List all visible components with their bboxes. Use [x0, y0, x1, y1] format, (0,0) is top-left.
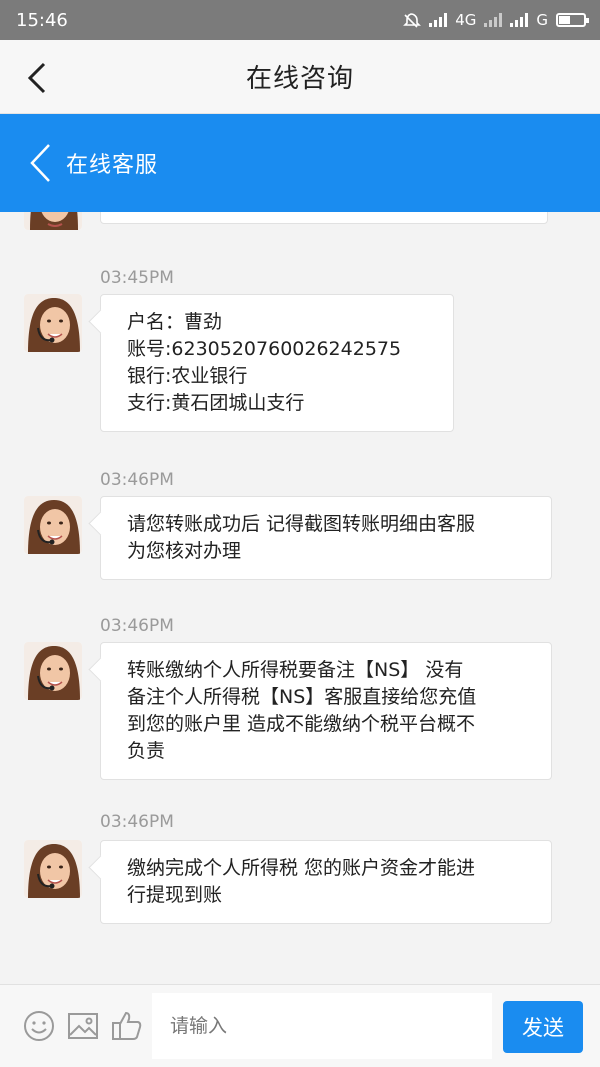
- image-icon: [68, 1013, 98, 1039]
- message-time: 03:46PM: [100, 470, 174, 490]
- back-button[interactable]: [22, 60, 52, 96]
- app-header: 在线咨询: [0, 40, 600, 114]
- status-time: 15:46: [16, 9, 68, 31]
- send-button[interactable]: 发送: [503, 1001, 583, 1053]
- emoji-icon: [24, 1011, 54, 1041]
- message-time: 03:46PM: [100, 616, 174, 636]
- message-bubble: 请您转账成功后 记得截图转账明细由客服 为您核对办理: [100, 496, 552, 580]
- message-bubble: 缴纳完成个人所得税 您的账户资金才能进 行提现到账: [100, 840, 552, 924]
- message-time: 03:46PM: [100, 812, 174, 832]
- chat-messages[interactable]: 03:45PM 户名：曹劲 账号:6230520760026242575 银行:…: [0, 212, 600, 984]
- agent-avatar: [24, 212, 82, 230]
- message-time: 03:45PM: [100, 268, 174, 288]
- signal-icon-3: [510, 13, 529, 27]
- agent-avatar: [24, 642, 82, 700]
- message-bubble: 转账缴纳个人所得税要备注【NS】 没有 备注个人所得税【NS】客服直接给您充值 …: [100, 642, 552, 780]
- thumbs-up-icon: [112, 1011, 142, 1040]
- status-bar: 15:46 4G G: [0, 0, 600, 40]
- no-alarm-icon: [403, 13, 422, 28]
- message-bubble: [100, 212, 548, 224]
- message-bubble: 户名：曹劲 账号:6230520760026242575 银行:农业银行 支行:…: [100, 294, 454, 432]
- agent-avatar: [24, 294, 82, 352]
- network-type-2: G: [536, 11, 548, 29]
- image-button[interactable]: [66, 1009, 100, 1043]
- chat-back-button[interactable]: [20, 138, 60, 188]
- network-type-1: 4G: [455, 11, 477, 29]
- status-icons: 4G G: [401, 11, 589, 29]
- partial-message: [0, 212, 600, 232]
- chevron-left-icon: [30, 144, 50, 182]
- emoji-button[interactable]: [22, 1009, 56, 1043]
- message-input[interactable]: [152, 993, 492, 1059]
- signal-icon-2: [484, 13, 503, 27]
- signal-icon: [429, 13, 448, 27]
- chevron-left-icon: [27, 62, 46, 94]
- thumbs-up-button[interactable]: [110, 1009, 144, 1043]
- chat-title: 在线客服: [66, 153, 159, 178]
- input-bar: 发送: [0, 984, 600, 1067]
- battery-icon: [556, 13, 589, 27]
- chat-header: 在线客服: [0, 114, 600, 212]
- page-title: 在线咨询: [245, 64, 354, 94]
- agent-avatar: [24, 840, 82, 898]
- agent-avatar: [24, 496, 82, 554]
